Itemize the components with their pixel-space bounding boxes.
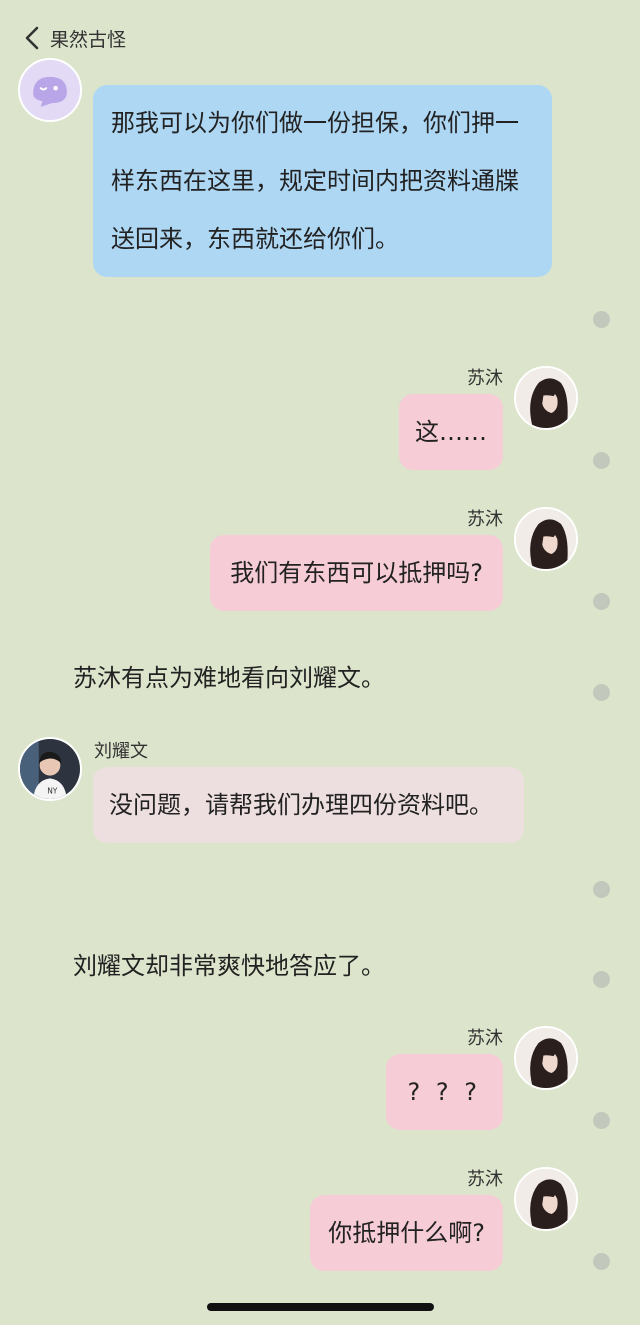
comment-dot[interactable] (593, 684, 610, 701)
message-bubble[interactable]: 那我可以为你们做一份担保，你们押一样东西在这里，规定时间内把资料通牒送回来，东西… (93, 85, 552, 277)
speaker-name: 苏沐 (467, 368, 503, 389)
avatar[interactable] (514, 507, 578, 571)
ghost-mascot-avatar-icon (20, 60, 80, 120)
long-haired-girl-avatar-icon (516, 509, 576, 569)
speaker-name: 苏沐 (467, 509, 503, 530)
comment-dot[interactable] (593, 593, 610, 610)
speaker-name: 刘耀文 (94, 741, 148, 762)
message-bubble[interactable]: ? ? ? (385, 1054, 503, 1130)
avatar[interactable]: NY (18, 737, 82, 801)
long-haired-girl-avatar-icon (516, 1028, 576, 1088)
top-bar: 果然古怪 (0, 0, 640, 68)
narration-text: 苏沐有点为难地看向刘耀文。 (73, 664, 385, 692)
avatar[interactable] (514, 1026, 578, 1090)
back-button[interactable]: 果然古怪 (22, 22, 126, 54)
narration-text: 刘耀文却非常爽快地答应了。 (73, 952, 385, 980)
long-haired-girl-avatar-icon (516, 1169, 576, 1229)
message-bubble[interactable]: 我们有东西可以抵押吗? (210, 535, 503, 611)
avatar[interactable] (514, 366, 578, 430)
comment-dot[interactable] (593, 311, 610, 328)
speaker-name: 苏沐 (467, 1028, 503, 1049)
message-bubble[interactable]: 这…… (399, 394, 503, 470)
long-haired-girl-avatar-icon (516, 368, 576, 428)
speaker-name: 苏沐 (467, 1169, 503, 1190)
young-man-avatar-icon: NY (20, 739, 80, 799)
message-bubble[interactable]: 你抵押什么啊? (310, 1195, 503, 1271)
message-bubble[interactable]: 没问题，请帮我们办理四份资料吧。 (93, 767, 524, 843)
comment-dot[interactable] (593, 881, 610, 898)
page-title: 果然古怪 (50, 28, 127, 51)
chevron-left-icon (25, 26, 39, 50)
avatar[interactable] (18, 58, 82, 122)
comment-dot[interactable] (593, 971, 610, 988)
avatar[interactable] (514, 1167, 578, 1231)
comment-dot[interactable] (593, 1112, 610, 1129)
comment-dot[interactable] (593, 452, 610, 469)
home-indicator[interactable] (207, 1303, 434, 1311)
svg-text:NY: NY (47, 786, 58, 795)
comment-dot[interactable] (593, 1253, 610, 1270)
